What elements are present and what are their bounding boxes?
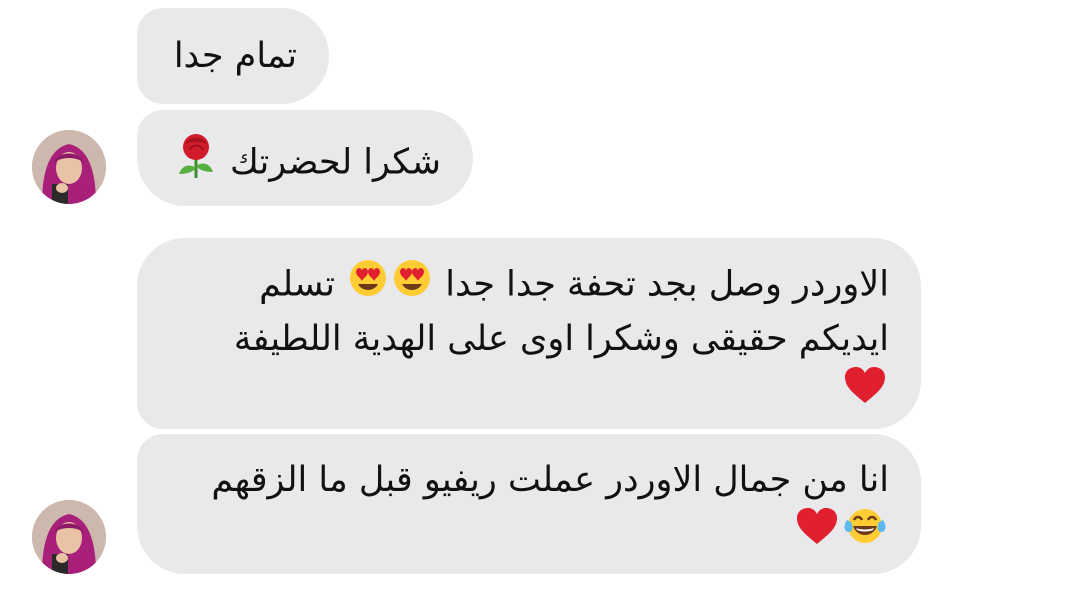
message-text: انا من جمال الاوردر عملت ريفيو قبل ما ال…: [211, 460, 889, 500]
avatar[interactable]: [32, 500, 106, 574]
red-heart-icon: [843, 365, 887, 420]
message-bubble[interactable]: الاوردر وصل بجد تحفة جدا جدا تسلم ايديكم…: [137, 238, 921, 429]
heart-eyes-icon: [348, 258, 388, 313]
message-bubble[interactable]: شكرا لحضرتك: [137, 110, 473, 206]
heart-eyes-icon: [392, 258, 432, 313]
avatar[interactable]: [32, 130, 106, 204]
message-text: الاوردر وصل بجد تحفة جدا جدا: [445, 264, 889, 305]
message-text: تمام جدا: [173, 36, 297, 76]
red-heart-icon: [795, 506, 839, 561]
message-bubble[interactable]: تمام جدا: [137, 8, 329, 104]
tears-of-joy-icon: [843, 506, 887, 561]
message-text: شكرا لحضرتك: [230, 142, 441, 183]
rose-icon: [175, 132, 217, 195]
message-bubble[interactable]: انا من جمال الاوردر عملت ريفيو قبل ما ال…: [137, 434, 921, 574]
